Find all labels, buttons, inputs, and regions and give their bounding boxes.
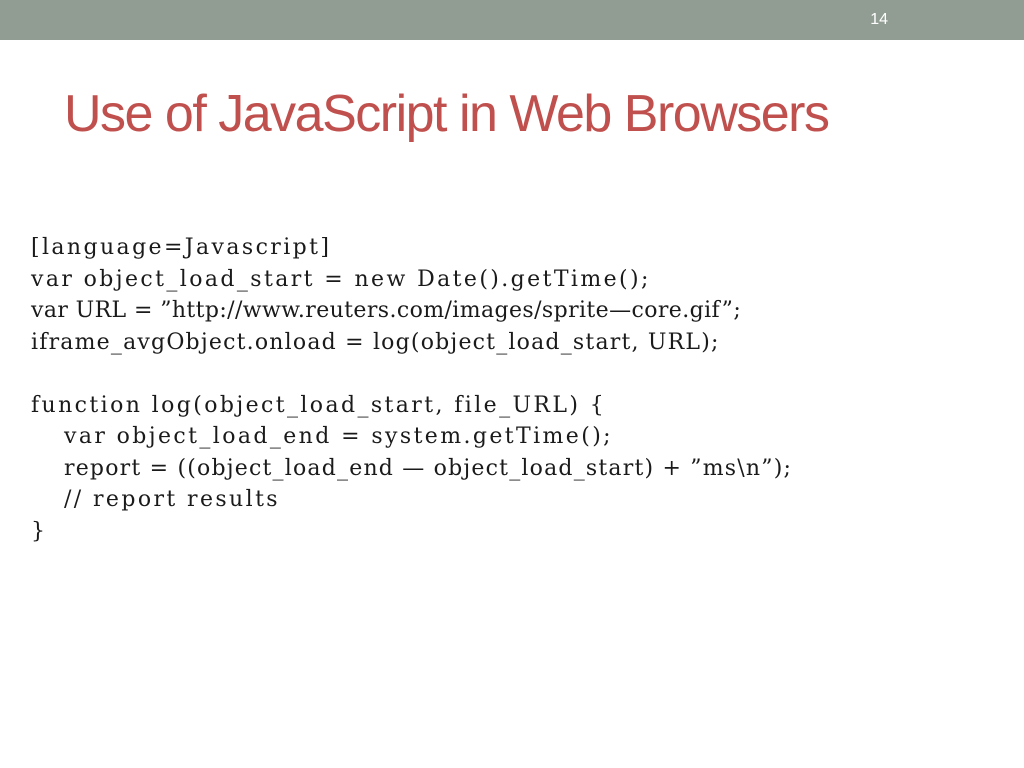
code-line-6: function log(object_load_start, file_URL… [31, 392, 607, 418]
code-line-1: [language=Javascript] [31, 235, 332, 260]
code-line-8: report = ((object_load_end — object_load… [64, 455, 793, 481]
header-bar: 14 [0, 0, 1024, 40]
code-line-4: iframe_avgObject.onload = log(object_loa… [31, 329, 720, 355]
code-line-9: // report results [64, 487, 280, 512]
slide-title: Use of JavaScript in Web Browsers [64, 85, 830, 143]
slide: 14 Use of JavaScript in Web Browsers [la… [0, 0, 1024, 768]
code-block: [language=Javascript] var object_load_st… [31, 232, 1016, 547]
slide-number: 14 [870, 11, 888, 28]
code-line-10: } [31, 518, 47, 544]
code-line-2: var object_load_start = new Date().getTi… [31, 266, 651, 292]
code-line-3: var URL = ”http://www.reuters.com/images… [31, 298, 742, 323]
code-line-7: var object_load_end = system.getTime(); [64, 424, 613, 449]
